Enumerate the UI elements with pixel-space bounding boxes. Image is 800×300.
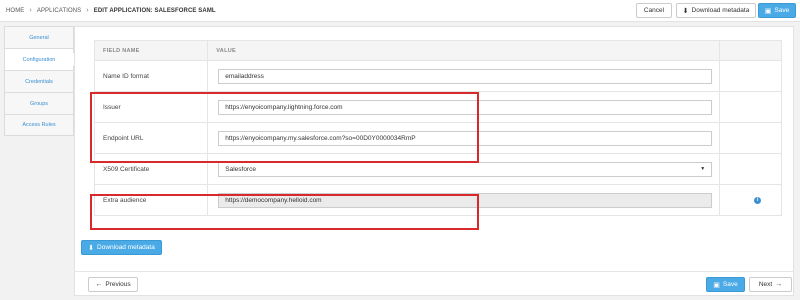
name-id-format-input[interactable]: emailaddress bbox=[218, 68, 713, 84]
save-button-bottom[interactable]: ▣ Save bbox=[706, 277, 745, 292]
save-button-bottom-label: Save bbox=[722, 281, 738, 288]
breadcrumb-applications[interactable]: APPLICATIONS bbox=[37, 8, 81, 14]
column-header-field-name: FIELD NAME bbox=[93, 40, 209, 61]
save-button[interactable]: ▣ Save bbox=[758, 3, 796, 18]
previous-button-label: Previous bbox=[105, 281, 131, 288]
footer-divider bbox=[74, 271, 794, 272]
table-row: Name ID format emailaddress bbox=[93, 60, 782, 92]
download-metadata-label: Download metadata bbox=[691, 7, 750, 14]
field-extra-cell bbox=[719, 60, 782, 92]
field-extra-cell: i bbox=[719, 184, 782, 216]
next-button[interactable]: Next → bbox=[749, 277, 792, 292]
x509-certificate-select[interactable]: Salesforce ▼ bbox=[218, 161, 713, 177]
breadcrumb-home[interactable]: HOME bbox=[6, 8, 24, 14]
info-icon[interactable]: i bbox=[754, 196, 762, 204]
table-header-row: FIELD NAME VALUE bbox=[93, 40, 782, 61]
nav-item-general[interactable]: General bbox=[4, 26, 74, 48]
top-bar: HOME › APPLICATIONS › EDIT APPLICATION: … bbox=[0, 0, 800, 22]
previous-button[interactable]: ← Previous bbox=[88, 277, 138, 292]
arrow-left-icon: ← bbox=[95, 281, 103, 288]
nav-item-groups[interactable]: Groups bbox=[4, 92, 74, 114]
highlight-box-extra-audience bbox=[90, 194, 479, 230]
column-header-value: VALUE bbox=[207, 40, 721, 61]
download-metadata-bottom-label: Download metadata bbox=[97, 244, 155, 251]
download-metadata-button[interactable]: ⬇ Download metadata bbox=[676, 3, 756, 18]
breadcrumb-current: EDIT APPLICATION: SALESFORCE SAML bbox=[93, 7, 216, 14]
download-icon: ⬇ bbox=[682, 7, 689, 15]
nav-item-label: General bbox=[29, 34, 49, 41]
column-header-extra bbox=[719, 40, 782, 61]
field-name-name-id-format: Name ID format bbox=[93, 60, 209, 92]
x509-certificate-value: Salesforce bbox=[225, 165, 256, 173]
nav-item-label: Credentials bbox=[25, 78, 53, 85]
nav-item-label: Configuration bbox=[22, 56, 56, 63]
nav-item-label: Access Rules bbox=[22, 122, 56, 128]
cancel-button-label: Cancel bbox=[643, 7, 665, 14]
download-metadata-button-bottom[interactable]: ⬇ Download metadata bbox=[81, 240, 162, 255]
field-extra-cell bbox=[719, 153, 782, 185]
name-id-format-value: emailaddress bbox=[225, 72, 264, 80]
cancel-button[interactable]: Cancel bbox=[636, 3, 672, 18]
nav-item-configuration[interactable]: Configuration bbox=[4, 48, 74, 70]
highlight-box-issuer-endpoint bbox=[90, 92, 479, 163]
download-icon: ⬇ bbox=[88, 244, 95, 252]
nav-item-credentials[interactable]: Credentials bbox=[4, 70, 74, 92]
save-button-label: Save bbox=[774, 7, 790, 14]
field-value-cell: emailaddress bbox=[207, 60, 721, 92]
nav-item-access-rules[interactable]: Access Rules bbox=[4, 114, 74, 136]
arrow-right-icon: → bbox=[775, 281, 783, 288]
breadcrumb: HOME › APPLICATIONS › EDIT APPLICATION: … bbox=[6, 7, 216, 14]
field-extra-cell bbox=[719, 91, 782, 123]
chevron-right-icon: › bbox=[86, 7, 89, 14]
chevron-right-icon: › bbox=[29, 7, 32, 14]
caret-down-icon: ▼ bbox=[700, 166, 706, 172]
save-icon: ▣ bbox=[764, 7, 772, 15]
side-nav: General Configuration Credentials Groups… bbox=[4, 26, 74, 136]
save-icon: ▣ bbox=[713, 281, 720, 289]
next-button-label: Next bbox=[758, 281, 773, 288]
field-extra-cell bbox=[719, 122, 782, 154]
nav-item-label: Groups bbox=[29, 100, 49, 107]
